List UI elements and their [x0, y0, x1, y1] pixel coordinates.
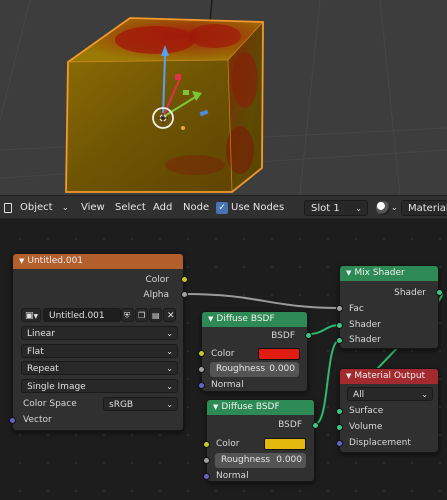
shader1-label: Shader: [349, 320, 381, 330]
input-roughness-socket[interactable]: [203, 457, 210, 464]
roughness-slider[interactable]: Roughness 0.000: [215, 453, 306, 468]
roughness-label: Roughness: [221, 455, 271, 465]
output-bsdf-label: BSDF: [271, 331, 295, 341]
normal-label: Normal: [211, 380, 244, 390]
extension-dropdown[interactable]: Repeat ⌄: [21, 361, 178, 375]
diffuse-bsdf-node-2[interactable]: ▼ Diffuse BSDF BSDF Color Roughness 0.000…: [203, 399, 319, 482]
checkbox-icon[interactable]: ✓: [216, 202, 228, 214]
material-preview-icon[interactable]: [376, 201, 390, 215]
use-nodes-label[interactable]: Use Nodes: [231, 200, 284, 216]
node-editor-header: Object ⌄ View Select Add Node ✓ Use Node…: [0, 195, 447, 219]
target-value: All: [353, 390, 365, 400]
material-name-field[interactable]: Material.0: [401, 200, 447, 216]
input-vector-label: Vector: [23, 415, 52, 425]
normal-label: Normal: [216, 471, 249, 481]
roughness-value: 0.000: [276, 455, 302, 465]
image-browse-icon[interactable]: ▣▼: [21, 308, 41, 322]
fac-label: Fac: [349, 304, 364, 314]
open-folder-icon[interactable]: ▤: [149, 308, 162, 322]
volume-label: Volume: [349, 422, 383, 432]
chevron-down-icon: ⌄: [166, 382, 173, 391]
node-title: Mix Shader: [354, 268, 405, 278]
extension-value: Repeat: [27, 364, 59, 374]
menu-view[interactable]: View: [81, 200, 105, 216]
duplicate-icon[interactable]: ❐: [135, 308, 148, 322]
node-editor-canvas[interactable]: ▼ Untitled.001 Color Alpha ▣▼ Untitled.00…: [0, 219, 447, 500]
color-space-value: sRGB: [109, 400, 134, 410]
displacement-label: Displacement: [349, 438, 411, 448]
dropdown-chevron-icon[interactable]: ⌄: [62, 200, 69, 216]
menu-add[interactable]: Add: [153, 200, 172, 216]
collapse-icon[interactable]: ▼: [346, 269, 351, 277]
surface-label: Surface: [349, 406, 384, 416]
chevron-down-icon: ⌄: [421, 390, 428, 399]
chevron-down-icon: ⌄: [166, 347, 173, 356]
menu-node[interactable]: Node: [183, 200, 209, 216]
collapse-icon[interactable]: ▼: [208, 315, 213, 323]
mix-shader-node[interactable]: ▼ Mix Shader Shader Fac Shader Shader: [336, 265, 443, 349]
3d-viewport[interactable]: [0, 0, 447, 195]
output-shader-label: Shader: [394, 288, 426, 298]
node-title: Diffuse BSDF: [221, 402, 280, 412]
collapse-icon[interactable]: ▼: [19, 257, 24, 265]
input-roughness-socket[interactable]: [198, 366, 205, 373]
output-color-socket[interactable]: [181, 276, 188, 283]
diffuse-bsdf-node-1[interactable]: ▼ Diffuse BSDF BSDF Color Roughness 0.000…: [198, 311, 312, 392]
node-header[interactable]: ▼ Diffuse BSDF: [207, 400, 314, 415]
node-header[interactable]: ▼ Diffuse BSDF: [202, 312, 307, 327]
output-bsdf-socket[interactable]: [305, 332, 312, 339]
output-shader-socket[interactable]: [436, 289, 443, 296]
chevron-down-icon: ⌄: [355, 204, 362, 213]
roughness-value: 0.000: [269, 364, 295, 374]
shield-icon[interactable]: ⛨: [121, 308, 134, 322]
object-mode-icon[interactable]: [4, 203, 12, 213]
output-color-label: Color: [145, 275, 170, 285]
viewport-canvas[interactable]: [0, 0, 447, 195]
projection-dropdown[interactable]: Flat ⌄: [21, 344, 178, 358]
image-name-field[interactable]: Untitled.001: [43, 308, 121, 322]
chevron-down-icon[interactable]: ⌄: [391, 200, 398, 216]
color-swatch-red[interactable]: [258, 348, 300, 360]
node-header[interactable]: ▼ Untitled.001: [13, 254, 183, 269]
shader2-label: Shader: [349, 335, 381, 345]
output-bsdf-socket[interactable]: [312, 422, 319, 429]
output-alpha-socket[interactable]: [181, 291, 188, 298]
chevron-down-icon: ⌄: [166, 364, 173, 373]
collapse-icon[interactable]: ▼: [346, 372, 351, 380]
close-icon[interactable]: ✕: [163, 308, 176, 322]
target-dropdown[interactable]: All ⌄: [347, 387, 433, 401]
source-dropdown[interactable]: Single Image ⌄: [21, 379, 178, 393]
image-texture-node[interactable]: ▼ Untitled.001 Color Alpha ▣▼ Untitled.00…: [9, 253, 188, 431]
node-title: Material Output: [354, 371, 426, 381]
slot-dropdown[interactable]: Slot 1 ⌄: [304, 200, 368, 216]
chevron-down-icon: ⌄: [166, 329, 173, 338]
shader-type-dropdown[interactable]: Object: [20, 200, 53, 216]
source-value: Single Image: [27, 382, 86, 392]
projection-value: Flat: [27, 347, 44, 357]
chevron-down-icon: ⌄: [166, 400, 173, 409]
output-alpha-label: Alpha: [143, 290, 169, 300]
interpolation-value: Linear: [27, 329, 55, 339]
node-title: Diffuse BSDF: [216, 314, 275, 324]
link-alpha-fac: [184, 293, 341, 309]
color-space-dropdown[interactable]: sRGB ⌄: [103, 397, 178, 411]
collapse-icon[interactable]: ▼: [213, 403, 218, 411]
color-swatch-yellow[interactable]: [264, 438, 306, 450]
output-bsdf-label: BSDF: [278, 420, 302, 430]
roughness-slider[interactable]: Roughness 0.000: [210, 362, 299, 377]
slot-value: Slot 1: [311, 203, 340, 214]
node-header[interactable]: ▼ Mix Shader: [340, 266, 438, 281]
roughness-label: Roughness: [216, 364, 266, 374]
interpolation-dropdown[interactable]: Linear ⌄: [21, 326, 178, 340]
node-title: Untitled.001: [27, 256, 84, 266]
menu-select[interactable]: Select: [115, 200, 146, 216]
cube-object: [65, 17, 264, 193]
node-header[interactable]: ▼ Material Output: [340, 369, 438, 384]
material-output-node[interactable]: ▼ Material Output All ⌄ Surface Volume Dis…: [336, 368, 439, 453]
